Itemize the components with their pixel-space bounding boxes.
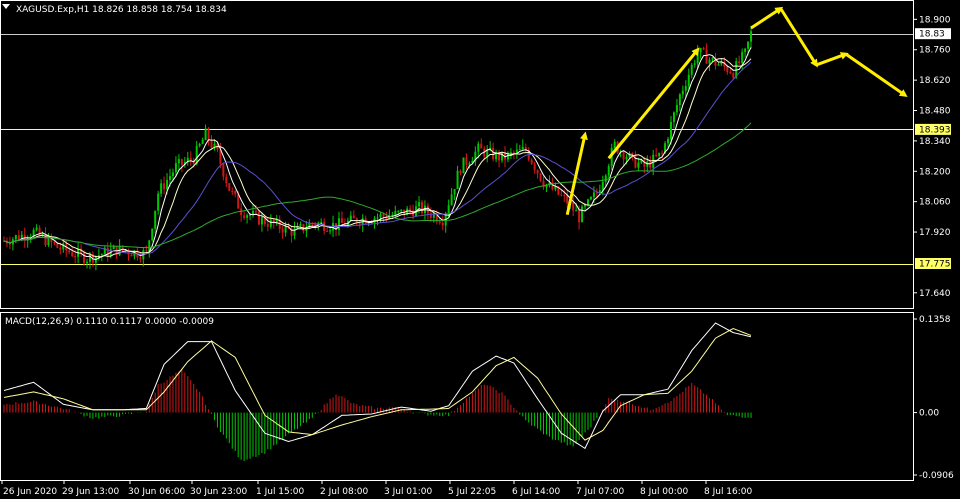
time-tick-label: 2 Jul 08:00 <box>320 487 369 497</box>
price-pane-border <box>0 0 914 309</box>
time-tick-label: 30 Jun 23:00 <box>190 487 247 497</box>
price-tick-label: 18.760 <box>919 46 951 56</box>
price-pane: XAGUSD.Exp,H1 18.826 18.858 18.754 18.83… <box>0 0 914 309</box>
price-tick-label: 18.900 <box>919 15 951 25</box>
candle <box>581 204 584 223</box>
candle <box>151 228 154 242</box>
level-price-label: 17.775 <box>919 260 951 270</box>
macd-pane-border <box>0 312 914 481</box>
time-tick-label: 8 Jul 16:00 <box>704 487 753 497</box>
candle <box>462 157 465 174</box>
price-axis: 18.900 18.760 18.620 18.480 18.340 18.200 18.0… <box>913 15 951 299</box>
macd-tick-label: 0.00 <box>919 409 939 419</box>
price-tick-label: 18.480 <box>919 107 951 117</box>
chart-title: XAGUSD.Exp,H1 18.826 18.858 18.754 18.83… <box>16 5 227 15</box>
macd-axis: 0.1358 0.00 -0.0906 <box>913 315 954 481</box>
candle <box>539 172 542 183</box>
macd-label: MACD(12,26,9) 0.1110 0.1117 0.0000 -0.00… <box>5 317 214 327</box>
time-tick-label: 5 Jul 22:05 <box>448 487 496 497</box>
time-tick-label: 3 Jul 01:00 <box>384 487 433 497</box>
macd-pane: MACD(12,26,9) 0.1110 0.1117 0.0000 -0.00… <box>0 312 914 481</box>
time-tick-label: 26 Jun 2020 <box>3 487 57 497</box>
time-axis: 26 Jun 2020 29 Jun 13:00 30 Jun 06:00 30 Ju… <box>1 480 753 497</box>
candle <box>257 210 260 226</box>
candle <box>228 182 231 192</box>
price-tick-label: 18.620 <box>919 76 951 86</box>
time-tick-label: 1 Jul 15:00 <box>256 487 305 497</box>
time-tick-label: 29 Jun 13:00 <box>62 487 119 497</box>
price-tick-label: 17.640 <box>919 289 951 299</box>
time-tick-label: 6 Jul 14:00 <box>512 487 561 497</box>
xagusd-chart: XAGUSD.Exp,H1 18.826 18.858 18.754 18.83… <box>0 0 954 497</box>
time-tick-label: 8 Jul 00:00 <box>640 487 689 497</box>
time-tick-label: 30 Jun 06:00 <box>128 487 185 497</box>
level-price-label: 18.393 <box>919 125 951 135</box>
macd-tick-label: -0.0906 <box>919 471 954 481</box>
current-price-label: 18.83 <box>919 30 945 40</box>
price-tick-label: 17.920 <box>919 228 951 238</box>
time-tick-label: 7 Jul 07:00 <box>576 487 625 497</box>
price-tick-label: 18.060 <box>919 198 951 208</box>
macd-tick-label: 0.1358 <box>919 315 951 325</box>
price-tick-label: 18.340 <box>919 137 951 147</box>
price-tick-label: 18.200 <box>919 167 951 177</box>
